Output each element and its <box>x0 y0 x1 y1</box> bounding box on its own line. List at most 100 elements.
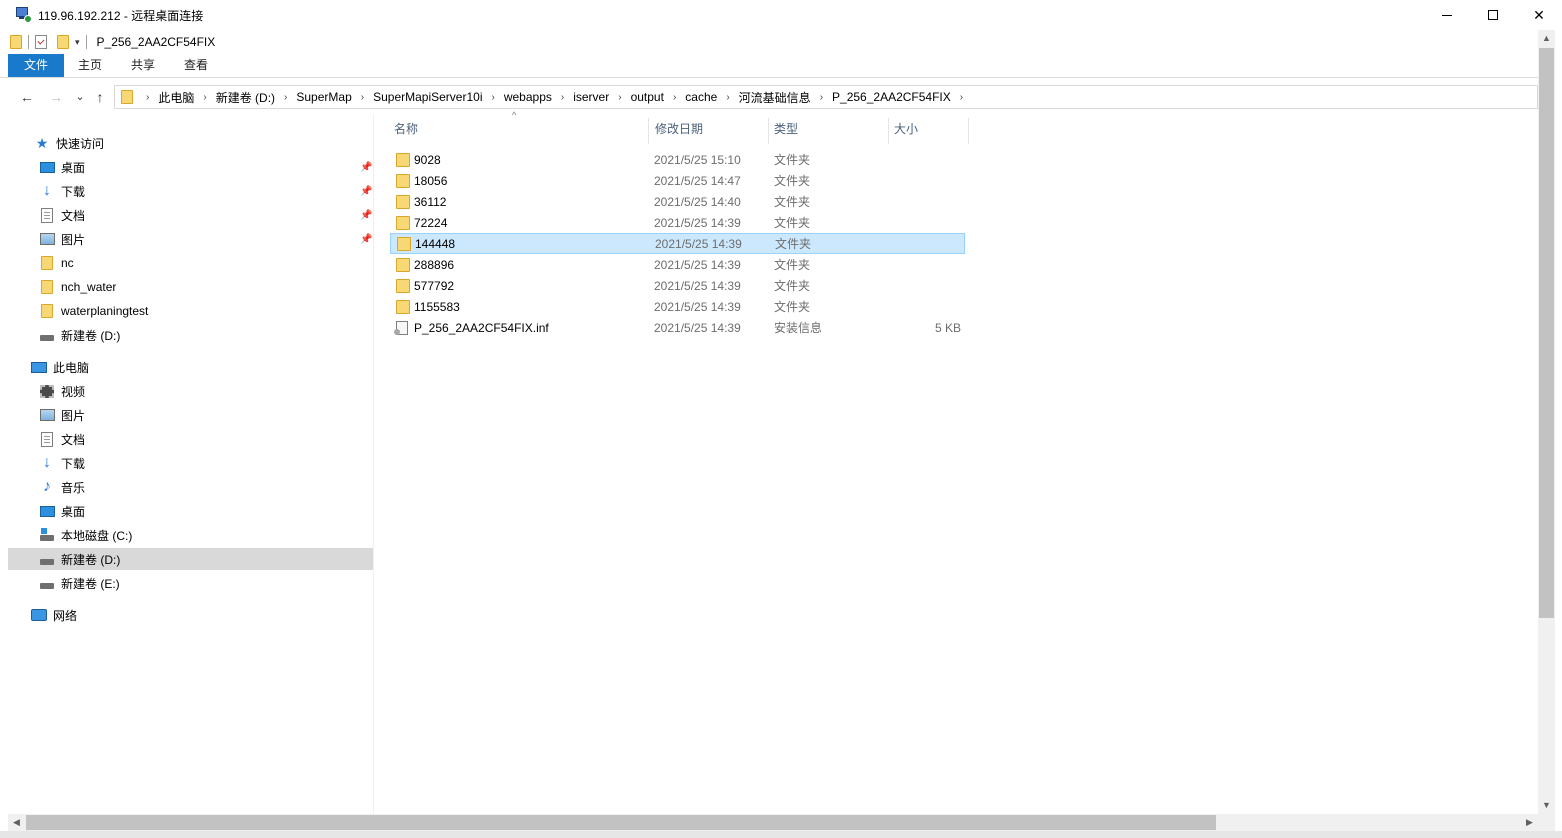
breadcrumb-iserver[interactable]: SuperMapiServer10i <box>373 90 482 104</box>
nav-downloads-pinned[interactable]: ↓ 下载 📌 <box>8 180 373 202</box>
recent-locations-button[interactable]: ⌄ <box>71 88 89 106</box>
up-button[interactable]: ↑ <box>91 88 109 106</box>
nav-item-label: 快速访问 <box>56 136 105 151</box>
nav-folder-waterplaningtest[interactable]: waterplaningtest <box>8 300 373 322</box>
nav-this-pc[interactable]: 此电脑 <box>8 356 373 378</box>
drive-icon <box>39 575 55 591</box>
table-row[interactable]: 72224 2021/5/25 14:39 文件夹 <box>390 212 965 233</box>
nav-item-label: 图片 <box>61 408 86 423</box>
nav-documents[interactable]: 文档 <box>8 428 373 450</box>
minimize-icon <box>1442 14 1452 16</box>
breadcrumb-supermap[interactable]: SuperMap <box>296 90 351 104</box>
pin-icon[interactable]: 📌 <box>360 234 372 245</box>
column-header-size[interactable]: 大小 <box>884 114 964 144</box>
tab-share[interactable]: 共享 <box>118 54 168 77</box>
breadcrumb-iserver-app[interactable]: iserver <box>573 90 609 104</box>
forward-button[interactable]: → <box>47 88 65 106</box>
scroll-left-icon[interactable]: ◀ <box>8 814 25 831</box>
table-row[interactable]: 288896 2021/5/25 14:39 文件夹 <box>390 254 965 275</box>
scrollbar-thumb[interactable] <box>1539 48 1554 618</box>
nav-videos[interactable]: 视频 <box>8 380 373 402</box>
nav-drive-e[interactable]: 新建卷 (E:) <box>8 572 373 594</box>
nav-drive-d-quick[interactable]: 新建卷 (D:) <box>8 324 373 346</box>
breadcrumb-separator[interactable]: › <box>275 92 296 103</box>
window-controls: ✕ <box>1424 0 1562 30</box>
table-row[interactable]: P_256_2AA2CF54FIX.inf 2021/5/25 14:39 安装… <box>390 317 965 338</box>
breadcrumb-webapps[interactable]: webapps <box>504 90 552 104</box>
properties-icon[interactable] <box>35 35 47 49</box>
customize-toolbar-icon[interactable]: ▾ <box>75 37 80 48</box>
nav-music[interactable]: ♪ 音乐 <box>8 476 373 498</box>
breadcrumb-output[interactable]: output <box>631 90 664 104</box>
breadcrumb-separator[interactable]: › <box>664 92 685 103</box>
nav-item-label: nc <box>61 256 74 270</box>
nav-pictures-pinned[interactable]: 图片 📌 <box>8 228 373 250</box>
pin-icon[interactable]: 📌 <box>360 186 372 197</box>
nav-network[interactable]: 网络 <box>8 604 373 626</box>
nav-folder-nch-water[interactable]: nch_water <box>8 276 373 298</box>
pin-icon[interactable]: 📌 <box>360 162 372 173</box>
breadcrumb-separator[interactable]: › <box>352 92 373 103</box>
address-bar[interactable]: › 此电脑 › 新建卷 (D:) › SuperMap › SuperMapiS… <box>114 85 1538 109</box>
tab-view[interactable]: 查看 <box>172 54 220 77</box>
table-row[interactable]: 1155583 2021/5/25 14:39 文件夹 <box>390 296 965 317</box>
breadcrumb-separator[interactable]: › <box>717 92 738 103</box>
file-type: 文件夹 <box>774 195 811 209</box>
breadcrumb-separator[interactable]: › <box>482 92 503 103</box>
horizontal-scrollbar[interactable]: ◀ ▶ <box>8 814 1555 831</box>
nav-pictures[interactable]: 图片 <box>8 404 373 426</box>
table-row[interactable]: 36112 2021/5/25 14:40 文件夹 <box>390 191 965 212</box>
close-icon: ✕ <box>1533 6 1545 23</box>
nav-desktop[interactable]: 桌面 <box>8 500 373 522</box>
scroll-up-icon[interactable]: ▲ <box>1538 30 1555 47</box>
breadcrumb-separator[interactable]: › <box>951 92 972 103</box>
nav-folder-nc[interactable]: nc <box>8 252 373 274</box>
folder-icon <box>396 215 410 230</box>
file-type: 文件夹 <box>774 174 811 188</box>
file-date: 2021/5/25 14:40 <box>654 194 741 209</box>
maximize-button[interactable] <box>1470 0 1516 30</box>
vertical-scrollbar[interactable]: ▲ ▼ <box>1538 30 1555 814</box>
folder-icon[interactable] <box>10 35 22 49</box>
column-header-name[interactable]: 名称 <box>384 114 648 144</box>
breadcrumb-separator[interactable]: › <box>194 92 215 103</box>
table-row[interactable]: 9028 2021/5/25 15:10 文件夹 <box>390 149 965 170</box>
breadcrumb-drive-d[interactable]: 新建卷 (D:) <box>216 89 275 106</box>
back-button[interactable]: ← <box>18 88 36 106</box>
tab-home[interactable]: 主页 <box>66 54 114 77</box>
nav-desktop-pinned[interactable]: 桌面 📌 <box>8 156 373 178</box>
column-divider[interactable] <box>968 118 969 144</box>
scroll-right-icon[interactable]: ▶ <box>1521 814 1538 831</box>
table-row[interactable]: 18056 2021/5/25 14:47 文件夹 <box>390 170 965 191</box>
file-date: 2021/5/25 15:10 <box>654 152 741 167</box>
table-row-selected[interactable]: 144448 2021/5/25 14:39 文件夹 <box>390 233 965 254</box>
file-date: 2021/5/25 14:39 <box>654 320 741 335</box>
pin-icon[interactable]: 📌 <box>360 210 372 221</box>
rdp-window-title: 119.96.192.212 - 远程桌面连接 <box>38 8 204 23</box>
new-folder-icon[interactable] <box>57 35 69 49</box>
breadcrumb-current-folder[interactable]: P_256_2AA2CF54FIX <box>832 90 951 104</box>
breadcrumb-separator[interactable]: › <box>811 92 832 103</box>
close-button[interactable]: ✕ <box>1516 0 1562 30</box>
window-edge <box>1555 30 1562 838</box>
minimize-button[interactable] <box>1424 0 1470 30</box>
breadcrumb-separator[interactable]: › <box>609 92 630 103</box>
ribbon-tabs: 文件 主页 共享 查看 <box>0 54 1538 78</box>
nav-drive-d[interactable]: 新建卷 (D:) <box>8 548 373 570</box>
breadcrumb-this-pc[interactable]: 此电脑 <box>158 89 194 106</box>
column-header-type[interactable]: 类型 <box>764 114 884 144</box>
breadcrumb-cache[interactable]: cache <box>685 90 717 104</box>
tab-file[interactable]: 文件 <box>8 54 64 77</box>
column-header-date[interactable]: 修改日期 <box>645 114 765 144</box>
table-row[interactable]: 577792 2021/5/25 14:39 文件夹 <box>390 275 965 296</box>
scrollbar-thumb[interactable] <box>26 815 1216 830</box>
file-name: 9028 <box>414 152 441 167</box>
scroll-down-icon[interactable]: ▼ <box>1538 797 1555 814</box>
breadcrumb-separator[interactable]: › <box>552 92 573 103</box>
nav-downloads[interactable]: ↓ 下载 <box>8 452 373 474</box>
folder-icon <box>396 257 410 272</box>
breadcrumb-river-info[interactable]: 河流基础信息 <box>739 89 811 106</box>
nav-documents-pinned[interactable]: 文档 📌 <box>8 204 373 226</box>
nav-drive-c[interactable]: 本地磁盘 (C:) <box>8 524 373 546</box>
nav-quick-access[interactable]: ★ 快速访问 <box>8 132 373 154</box>
